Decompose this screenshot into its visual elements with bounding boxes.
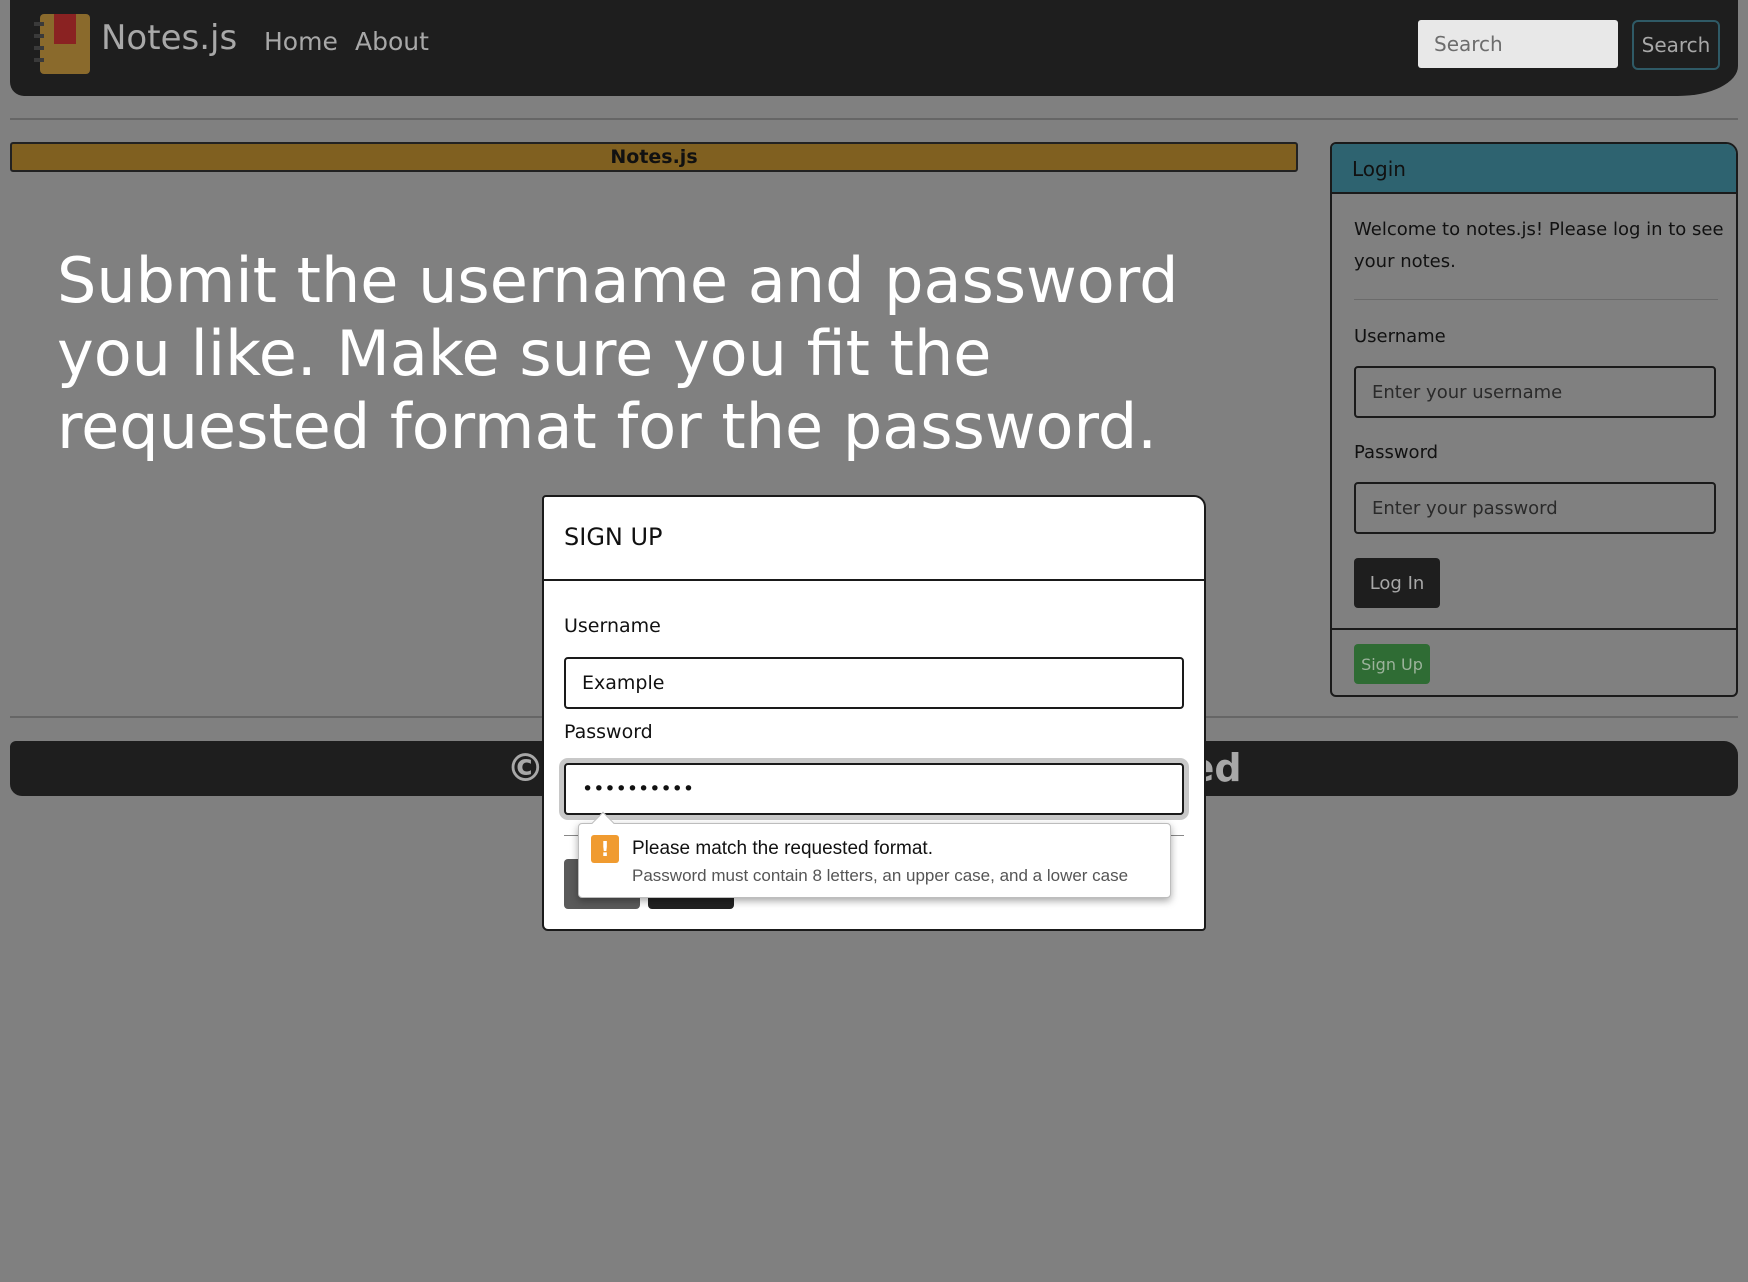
login-card: Login Welcome to notes.js! Please log in… [1330,142,1738,697]
signup-username-input[interactable] [564,657,1184,709]
login-password-label: Password [1354,442,1439,463]
notebook-icon[interactable] [30,12,96,76]
nav-about-link[interactable]: About [355,27,429,56]
signup-modal-title: SIGN UP [544,497,1204,581]
navbar: Notes.js Home About Search [10,0,1738,96]
search-input[interactable] [1418,20,1618,68]
task-instruction: Submit the username and password you lik… [57,244,1179,463]
nav-home-link[interactable]: Home [264,27,338,56]
warning-icon: ! [591,835,619,863]
login-title: Login [1332,144,1736,194]
signup-username-label: Username [564,615,661,637]
open-signup-button[interactable]: Sign Up [1354,644,1430,684]
login-welcome-text: Welcome to notes.js! Please log in to se… [1354,219,1724,272]
login-footer-divider [1332,628,1736,630]
validation-message: Please match the requested format. [632,838,933,859]
validation-detail: Password must contain 8 letters, an uppe… [632,866,1129,885]
app-banner: Notes.js [10,142,1298,172]
login-divider [1354,299,1718,300]
signup-password-label: Password [564,721,653,743]
signup-password-input[interactable] [564,763,1184,815]
login-password-input[interactable] [1354,482,1716,534]
search-button[interactable]: Search [1632,20,1720,70]
brand-name[interactable]: Notes.js [101,18,237,58]
login-username-input[interactable] [1354,366,1716,418]
login-button[interactable]: Log In [1354,558,1440,608]
validation-tooltip: ! Please match the requested format. Pas… [578,811,1171,898]
divider [10,118,1738,120]
login-username-label: Username [1354,326,1446,347]
